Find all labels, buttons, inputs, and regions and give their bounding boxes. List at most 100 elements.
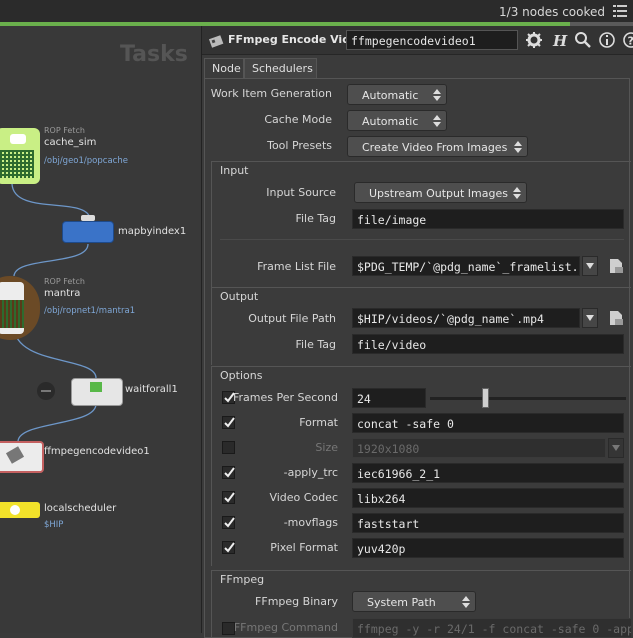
- output-section-title: Output: [220, 290, 258, 303]
- chevron-down-icon: [612, 445, 620, 451]
- task-list-icon[interactable]: [613, 4, 627, 18]
- help-h-icon[interactable]: H: [550, 31, 568, 49]
- output-file-tag-field[interactable]: file/video: [352, 334, 624, 354]
- chevron-down-icon: [586, 315, 594, 321]
- work-item-generation-menu[interactable]: Automatic: [347, 84, 447, 105]
- fps-label: Frames Per Second: [212, 391, 338, 404]
- fps-slider[interactable]: [430, 397, 626, 400]
- node-label-cache-sim: cache_sim: [44, 137, 96, 148]
- size-field: 1920x1080: [352, 438, 606, 458]
- fps-field[interactable]: 24: [352, 388, 426, 408]
- divider: [220, 239, 624, 240]
- video-codec-field[interactable]: libx264: [352, 488, 624, 508]
- pixel-format-field[interactable]: yuv420p: [352, 538, 624, 558]
- movflags-label: -movflags: [212, 516, 338, 529]
- node-type-label: ROP Fetch: [44, 277, 85, 286]
- movflags-field[interactable]: faststart: [352, 513, 624, 533]
- input-section-title: Input: [220, 164, 248, 177]
- output-file-path-field[interactable]: $HIP/videos/`@pdg_name`.mp4: [352, 308, 580, 328]
- ffmpeg-command-field: ffmpeg -y -r 24/1 -f concat -safe 0 -app…: [352, 618, 632, 638]
- parameter-titlebar: FFmpeg Encode Video ffmpegencodevideo1 H…: [202, 26, 633, 55]
- menu-value: System Path: [367, 596, 436, 609]
- node-dots: [0, 150, 34, 178]
- node-label-localscheduler: localscheduler: [44, 503, 116, 514]
- file-chooser-icon[interactable]: [609, 310, 623, 326]
- tool-presets-menu[interactable]: Create Video From Images: [347, 136, 528, 157]
- menu-value: Automatic: [362, 115, 418, 128]
- input-section: Input Input Source Upstream Output Image…: [211, 161, 631, 289]
- node-disable-icon[interactable]: [37, 382, 55, 400]
- size-label: Size: [212, 441, 338, 454]
- video-codec-label: Video Codec: [212, 491, 338, 504]
- node-path: $HIP: [44, 520, 63, 530]
- menu-arrows-icon: [513, 187, 521, 199]
- ffmpeg-binary-menu[interactable]: System Path: [352, 591, 476, 612]
- node-label-mapbyindex: mapbyindex1: [118, 226, 186, 237]
- gear-icon[interactable]: [525, 31, 543, 49]
- options-section-title: Options: [220, 369, 262, 382]
- tab-schedulers[interactable]: Schedulers: [244, 58, 317, 78]
- menu-value: Automatic: [362, 89, 418, 102]
- parameter-editor: FFmpeg Encode Video ffmpegencodevideo1 H…: [201, 26, 633, 633]
- node-name-field[interactable]: ffmpegencodevideo1: [346, 30, 518, 50]
- ffmpeg-binary-label: FFmpeg Binary: [212, 595, 338, 608]
- ffmpeg-section: FFmpeg FFmpeg Binary System Path FFmpeg …: [211, 570, 631, 638]
- menu-arrows-icon: [433, 89, 441, 101]
- file-chooser-icon[interactable]: [609, 258, 623, 274]
- chevron-down-icon: [586, 263, 594, 269]
- node-ffmpegencodevideo[interactable]: [0, 441, 44, 473]
- output-section: Output Output File Path $HIP/videos/`@pd…: [211, 287, 631, 365]
- input-source-menu[interactable]: Upstream Output Images: [354, 182, 527, 203]
- menu-value: Upstream Output Images: [369, 187, 508, 200]
- tab-body: Work Item Generation Automatic Cache Mod…: [204, 78, 630, 638]
- tab-node[interactable]: Node: [204, 58, 244, 78]
- options-section: Options Frames Per Second 24 Format conc…: [211, 366, 631, 566]
- node-label-ffmpeg: ffmpegencodevideo1: [44, 446, 150, 457]
- ffmpeg-node-icon: [208, 33, 224, 49]
- svg-text:?: ?: [628, 35, 633, 48]
- node-localscheduler[interactable]: [0, 502, 40, 518]
- tool-presets-label: Tool Presets: [205, 139, 332, 152]
- input-file-tag-field[interactable]: file/image: [352, 209, 624, 229]
- cache-mode-label: Cache Mode: [205, 113, 332, 126]
- fps-slider-handle[interactable]: [482, 388, 489, 408]
- output-path-dropdown[interactable]: [582, 308, 598, 328]
- ffmpeg-section-title: FFmpeg: [220, 573, 264, 586]
- menu-value: Create Video From Images: [362, 141, 507, 154]
- output-file-path-label: Output File Path: [212, 312, 336, 325]
- help-icon[interactable]: ?: [622, 31, 633, 49]
- info-icon[interactable]: [598, 31, 616, 49]
- apply-trc-label: -apply_trc: [212, 466, 338, 479]
- size-dropdown: [608, 438, 624, 458]
- menu-arrows-icon: [433, 115, 441, 127]
- cache-mode-menu[interactable]: Automatic: [347, 110, 447, 131]
- node-label-waitforall: waitforall1: [125, 384, 178, 395]
- format-field[interactable]: concat -safe 0: [352, 413, 624, 433]
- format-label: Format: [212, 416, 338, 429]
- node-cache-sim[interactable]: [0, 128, 40, 184]
- input-source-label: Input Source: [212, 186, 336, 199]
- node-path: /obj/geo1/popcache: [44, 156, 128, 166]
- frame-list-file-label: Frame List File: [212, 260, 336, 273]
- output-file-tag-label: File Tag: [212, 338, 336, 351]
- frame-list-dropdown[interactable]: [582, 256, 598, 276]
- node-waitforall[interactable]: [71, 378, 123, 406]
- menu-arrows-icon: [514, 141, 522, 153]
- menu-arrows-icon: [462, 596, 470, 608]
- network-view[interactable]: Tasks ROP Fetch cache_sim /obj/geo1/popc…: [0, 26, 201, 633]
- node-icon: [10, 134, 26, 144]
- work-item-generation-label: Work Item Generation: [205, 87, 332, 100]
- node-path: /obj/ropnet1/mantra1: [44, 306, 135, 316]
- search-icon[interactable]: [574, 31, 592, 49]
- status-bar: 1/3 nodes cooked: [0, 0, 633, 24]
- svg-text:H: H: [552, 32, 568, 49]
- apply-trc-field[interactable]: iec61966_2_1: [352, 463, 624, 483]
- node-label-mantra: mantra: [44, 288, 80, 299]
- frame-list-file-field[interactable]: $PDG_TEMP/`@pdg_name`_framelist.txt: [352, 256, 580, 276]
- pixel-format-label: Pixel Format: [212, 541, 338, 554]
- node-mapbyindex[interactable]: [62, 221, 114, 243]
- ffmpeg-command-label: FFmpeg Command: [212, 621, 338, 634]
- file-tag-label: File Tag: [212, 212, 336, 225]
- node-type-label: ROP Fetch: [44, 126, 85, 135]
- nodes-cooked-status: 1/3 nodes cooked: [499, 5, 605, 19]
